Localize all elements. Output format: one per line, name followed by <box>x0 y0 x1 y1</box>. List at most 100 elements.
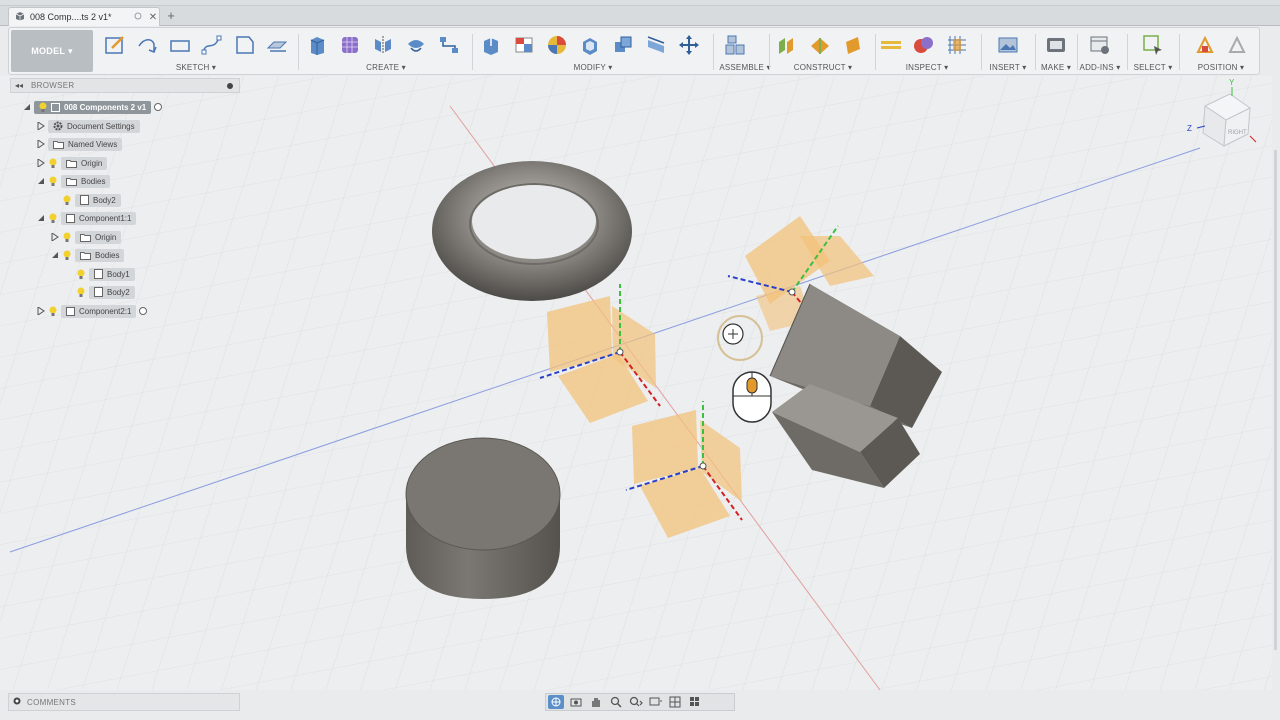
origin-pill[interactable]: Origin <box>61 156 108 170</box>
expanded-triangle-icon[interactable] <box>36 214 45 223</box>
visibility-bulb-icon[interactable] <box>76 286 86 298</box>
visibility-bulb-icon[interactable] <box>62 249 72 261</box>
shell-icon[interactable] <box>576 31 604 59</box>
extrude-icon[interactable] <box>303 31 331 59</box>
visibility-bulb-icon[interactable] <box>48 175 58 187</box>
capture-position-icon[interactable] <box>1191 31 1219 59</box>
measure-icon[interactable] <box>877 31 905 59</box>
pipe-icon[interactable] <box>435 31 463 59</box>
root-component-pill[interactable]: 008 Components 2 v1 <box>34 100 152 114</box>
mirror-icon[interactable] <box>369 31 397 59</box>
activate-radio[interactable] <box>154 103 163 111</box>
select-icon[interactable] <box>1139 31 1167 59</box>
torus-body[interactable] <box>432 161 632 301</box>
tree-node-root[interactable]: 008 Components 2 v1 <box>22 100 163 114</box>
orbit-tool-icon[interactable] <box>548 695 564 709</box>
tree-node-c1-body1[interactable]: Body1 <box>76 267 135 281</box>
insert-canvas-icon[interactable] <box>994 31 1022 59</box>
new-tab-icon[interactable]: + <box>164 8 178 24</box>
form-icon[interactable] <box>336 31 364 59</box>
plane-at-angle-icon[interactable] <box>806 31 834 59</box>
cylinder-body[interactable] <box>405 437 561 599</box>
expanded-triangle-icon[interactable] <box>50 251 59 260</box>
split-face-icon[interactable] <box>642 31 670 59</box>
select-menu[interactable]: SELECT ▾ <box>1131 63 1175 72</box>
create-menu[interactable]: CREATE ▾ <box>303 63 469 72</box>
bodies-pill[interactable]: Bodies <box>61 174 111 188</box>
tree-node-c1-body2[interactable]: Body2 <box>76 285 135 299</box>
pattern-icon[interactable] <box>402 31 430 59</box>
component2-pill[interactable]: Component2:1 <box>61 304 137 318</box>
visibility-bulb-icon[interactable] <box>48 212 58 224</box>
polygon-icon[interactable] <box>231 31 259 59</box>
tree-node-c1-origin[interactable]: Origin <box>50 230 122 244</box>
component1-pill[interactable]: Component1:1 <box>61 211 137 225</box>
tree-node-component1[interactable]: Component1:1 <box>36 211 137 225</box>
create-sketch-icon[interactable] <box>101 31 129 59</box>
fillet-icon[interactable] <box>510 31 538 59</box>
look-at-icon[interactable] <box>568 695 584 709</box>
insert-menu[interactable]: INSERT ▾ <box>983 63 1033 72</box>
zoom-window-icon[interactable] <box>628 695 644 709</box>
expanded-triangle-icon[interactable] <box>36 177 45 186</box>
combine-icon[interactable] <box>609 31 637 59</box>
inspect-menu[interactable]: INSPECT ▾ <box>877 63 977 72</box>
section-analysis-icon[interactable] <box>943 31 971 59</box>
tree-node-body2[interactable]: Body2 <box>62 193 121 207</box>
appearance-icon[interactable] <box>543 31 571 59</box>
expanded-triangle-icon[interactable] <box>22 103 31 112</box>
make-menu[interactable]: MAKE ▾ <box>1035 63 1077 72</box>
close-icon[interactable]: ✕ <box>147 12 159 23</box>
c1-body2-pill[interactable]: Body2 <box>89 285 135 299</box>
c1-bodies-pill[interactable]: Bodies <box>75 248 125 262</box>
comments-panel[interactable]: COMMENTS <box>8 693 240 711</box>
visibility-bulb-icon[interactable] <box>62 231 72 243</box>
spline-icon[interactable] <box>199 31 227 59</box>
activate-radio[interactable] <box>139 307 148 315</box>
offset-plane-icon[interactable] <box>773 31 801 59</box>
tree-node-document-settings[interactable]: Document Settings <box>36 119 140 133</box>
collapsed-triangle-icon[interactable] <box>36 307 45 316</box>
construct-menu[interactable]: CONSTRUCT ▾ <box>773 63 873 72</box>
c1-body1-pill[interactable]: Body1 <box>89 267 135 281</box>
display-settings-icon[interactable] <box>648 695 664 709</box>
line-icon[interactable] <box>134 31 162 59</box>
project-icon[interactable] <box>264 31 292 59</box>
revert-position-icon[interactable] <box>1223 31 1251 59</box>
visibility-bulb-icon[interactable] <box>48 305 58 317</box>
collapsed-triangle-icon[interactable] <box>50 233 59 242</box>
3d-print-icon[interactable] <box>1042 31 1070 59</box>
rectangle-icon[interactable] <box>166 31 194 59</box>
sketch-menu[interactable]: SKETCH ▾ <box>101 63 291 72</box>
collapsed-triangle-icon[interactable] <box>36 122 45 131</box>
body2-pill[interactable]: Body2 <box>75 193 121 207</box>
browser-pin-icon[interactable] <box>227 82 233 89</box>
viewport-scrollbar[interactable] <box>1273 150 1278 650</box>
pan-hand-icon[interactable] <box>588 695 604 709</box>
press-pull-icon[interactable] <box>477 31 505 59</box>
midplane-icon[interactable] <box>839 31 867 59</box>
addins-menu[interactable]: ADD-INS ▾ <box>1077 63 1123 72</box>
c1-origin-pill[interactable]: Origin <box>75 230 122 244</box>
modify-menu[interactable]: MODIFY ▾ <box>477 63 709 72</box>
tree-node-origin[interactable]: Origin <box>36 156 108 170</box>
new-component-icon[interactable] <box>721 31 749 59</box>
browser-header[interactable]: ◂◂ BROWSER <box>10 78 240 93</box>
canvas-viewport[interactable]: RIGHT Z Y <box>0 76 1272 690</box>
named-views-pill[interactable]: Named Views <box>48 137 123 151</box>
collapsed-triangle-icon[interactable] <box>36 140 45 149</box>
tree-node-bodies[interactable]: Bodies <box>36 174 111 188</box>
visibility-bulb-icon[interactable] <box>48 157 58 169</box>
visibility-bulb-icon[interactable] <box>62 194 72 206</box>
collapsed-triangle-icon[interactable] <box>36 159 45 168</box>
interference-icon[interactable] <box>910 31 938 59</box>
document-tab[interactable]: 008 Comp....ts 2 v1* ✕ <box>8 7 160 26</box>
zoom-icon[interactable] <box>608 695 624 709</box>
move-icon[interactable] <box>675 31 703 59</box>
position-menu[interactable]: POSITION ▾ <box>1183 63 1259 72</box>
tree-node-component2[interactable]: Component2:1 <box>36 304 148 318</box>
tree-node-c1-bodies[interactable]: Bodies <box>50 248 125 262</box>
scripts-icon[interactable] <box>1086 31 1114 59</box>
collapse-panel-icon[interactable]: ◂◂ <box>15 81 23 90</box>
grid-settings-icon[interactable] <box>668 695 684 709</box>
